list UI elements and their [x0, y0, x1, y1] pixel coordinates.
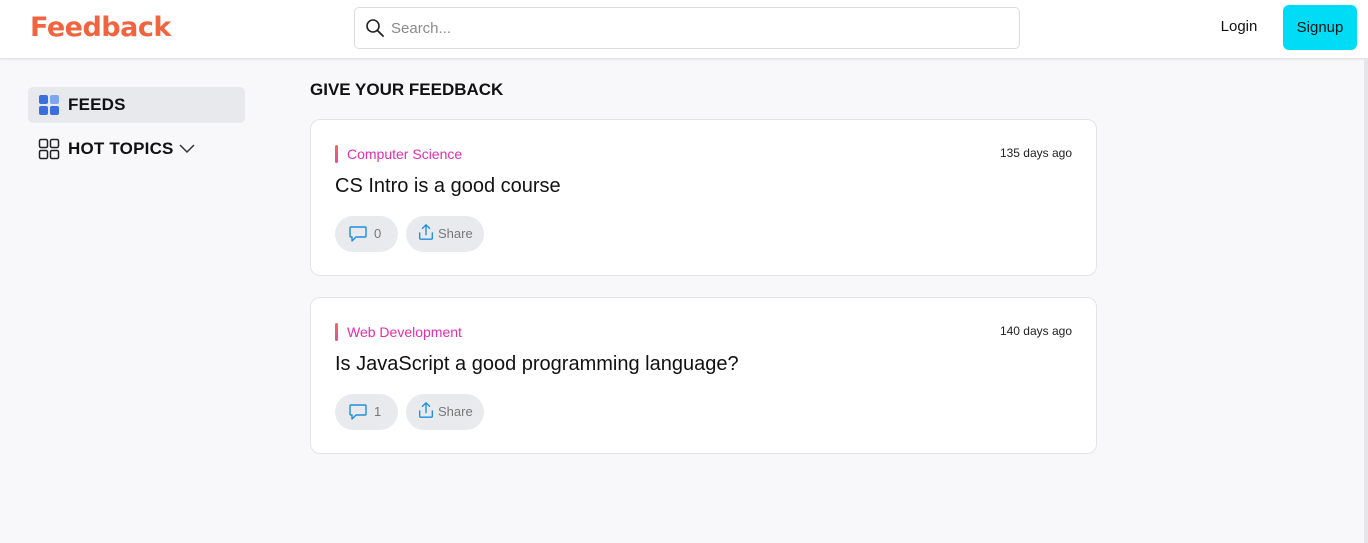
- category-marker: [335, 323, 338, 341]
- share-label: Share: [438, 226, 473, 241]
- search-input[interactable]: [391, 14, 991, 42]
- category-label[interactable]: Computer Science: [347, 146, 462, 162]
- comment-count: 1: [374, 404, 382, 419]
- chevron-down-icon[interactable]: [178, 142, 196, 156]
- top-navbar: Feedback Login Signup: [0, 0, 1368, 59]
- grid-icon: [39, 95, 59, 115]
- comment-icon: [349, 404, 367, 420]
- timestamp: 140 days ago: [999, 324, 1072, 338]
- scrollbar-track[interactable]: [1364, 59, 1368, 543]
- feedback-card[interactable]: Web Development 140 days ago Is JavaScri…: [310, 297, 1097, 454]
- share-label: Share: [438, 404, 473, 419]
- comments-button[interactable]: 0: [335, 216, 398, 252]
- timestamp: 135 days ago: [999, 146, 1072, 160]
- comment-count: 0: [374, 226, 382, 241]
- share-icon: [419, 402, 433, 418]
- post-title[interactable]: CS Intro is a good course: [335, 175, 561, 198]
- grid-outline-icon: [38, 138, 60, 160]
- share-button[interactable]: Share: [406, 394, 484, 430]
- sidebar-item-label: HOT TOPICS: [68, 139, 174, 158]
- section-title: GIVE YOUR FEEDBACK: [310, 80, 504, 99]
- search-icon: [366, 19, 384, 37]
- search-box[interactable]: [354, 7, 1020, 49]
- category-marker: [335, 145, 338, 163]
- category-label[interactable]: Web Development: [347, 324, 462, 340]
- comment-icon: [349, 226, 367, 242]
- sidebar-item-hot-topics[interactable]: HOT TOPICS: [28, 131, 245, 167]
- signup-button[interactable]: Signup: [1283, 5, 1357, 50]
- feedback-card[interactable]: Computer Science 135 days ago CS Intro i…: [310, 119, 1097, 276]
- share-icon: [419, 224, 433, 240]
- share-button[interactable]: Share: [406, 216, 484, 252]
- comments-button[interactable]: 1: [335, 394, 398, 430]
- sidebar-item-feeds[interactable]: FEEDS: [28, 87, 245, 123]
- login-button[interactable]: Login: [1210, 18, 1268, 40]
- app-logo[interactable]: Feedback: [30, 12, 171, 43]
- sidebar-item-label: FEEDS: [68, 95, 126, 114]
- post-title[interactable]: Is JavaScript a good programming languag…: [335, 353, 739, 376]
